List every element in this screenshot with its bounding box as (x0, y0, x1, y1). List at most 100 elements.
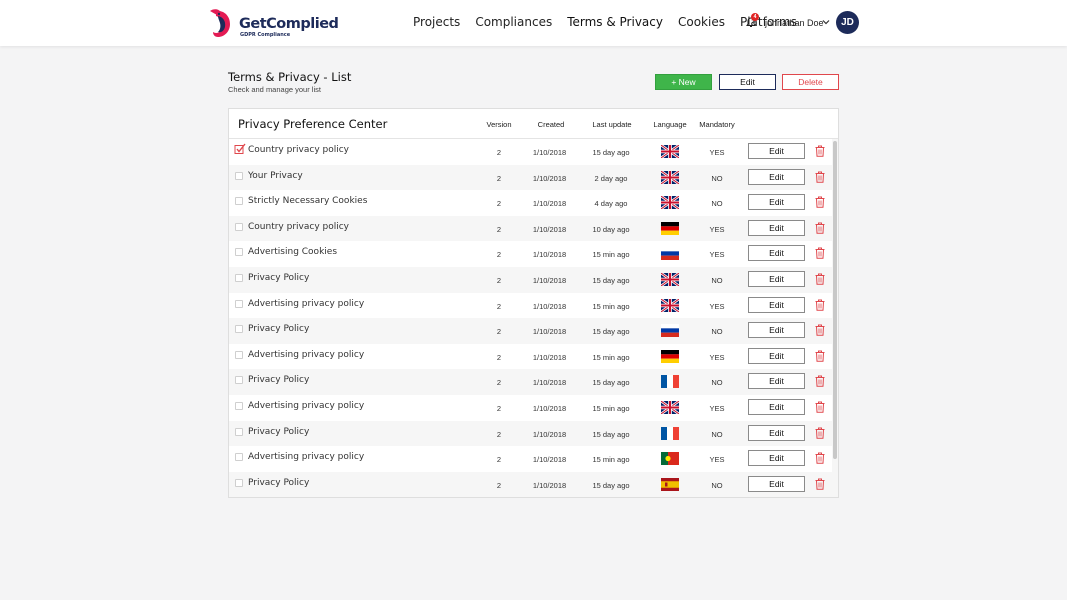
row-edit-button[interactable]: Edit (748, 270, 805, 287)
trash-icon[interactable] (815, 222, 825, 234)
user-name[interactable]: johnathan Doe (765, 18, 824, 28)
policy-name[interactable]: Privacy Policy (248, 427, 309, 438)
row-checkbox[interactable] (235, 171, 243, 180)
edit-button[interactable]: Edit (719, 74, 776, 90)
row-edit-button[interactable]: Edit (748, 424, 805, 441)
column-version[interactable]: Version (485, 120, 513, 129)
checkbox-checked-icon[interactable] (234, 143, 246, 155)
table-row[interactable]: Country privacy policy 2 1/10/2018 15 day a… (229, 139, 832, 165)
page-subtitle: Check and manage your list (228, 85, 321, 94)
mandatory-cell: YES (709, 224, 725, 234)
row-edit-button[interactable]: Edit (748, 322, 805, 339)
policy-name[interactable]: Privacy Policy (248, 375, 309, 386)
created-cell: 1/10/2018 (532, 327, 567, 337)
row-checkbox[interactable] (235, 222, 243, 231)
notification-badge: 4 (751, 13, 759, 21)
chevron-down-icon[interactable] (822, 19, 830, 25)
last-update-cell: 15 day ago (592, 480, 630, 490)
trash-icon[interactable] (815, 350, 825, 362)
policy-name[interactable]: Advertising privacy policy (248, 350, 364, 361)
policy-name[interactable]: Advertising Cookies (248, 247, 337, 258)
column-language[interactable]: Language (650, 120, 690, 129)
table-row[interactable]: Country privacy policy 2 1/10/2018 10 day a… (229, 215, 832, 242)
row-edit-button[interactable]: Edit (748, 347, 805, 364)
trash-icon[interactable] (815, 452, 825, 464)
row-checkbox[interactable] (235, 299, 243, 308)
table-row[interactable]: Privacy Policy 2 1/10/2018 15 day ago NO Edit (229, 420, 832, 447)
column-created[interactable]: Created (531, 120, 571, 129)
last-update-cell: 15 min ago (592, 250, 630, 260)
new-button[interactable]: + New (655, 74, 712, 90)
table-row[interactable]: Privacy Policy 2 1/10/2018 15 day ago NO Edit (229, 369, 832, 395)
trash-icon[interactable] (815, 324, 825, 336)
delete-button[interactable]: Delete (782, 74, 839, 90)
row-checkbox[interactable] (235, 401, 243, 410)
policy-name[interactable]: Country privacy policy (248, 222, 349, 233)
trash-icon[interactable] (815, 299, 825, 311)
trash-icon[interactable] (815, 273, 825, 285)
avatar[interactable]: JD (836, 11, 859, 34)
created-cell: 1/10/2018 (532, 199, 567, 209)
nav-compliances[interactable]: Compliances (475, 15, 552, 29)
scrollbar-thumb[interactable] (833, 141, 837, 459)
row-checkbox[interactable] (235, 427, 243, 436)
row-checkbox[interactable] (235, 273, 243, 282)
row-checkbox[interactable] (235, 197, 243, 206)
created-cell: 1/10/2018 (532, 173, 567, 183)
trash-icon[interactable] (815, 171, 825, 183)
nav-projects[interactable]: Projects (413, 15, 460, 29)
row-edit-button[interactable]: Edit (748, 143, 805, 159)
brand-tagline: GDPR Compliance (240, 32, 291, 38)
mandatory-cell: NO (711, 378, 723, 388)
row-edit-button[interactable]: Edit (748, 168, 805, 185)
policy-name[interactable]: Privacy Policy (248, 324, 309, 335)
row-edit-button[interactable]: Edit (748, 194, 805, 211)
trash-icon[interactable] (815, 401, 825, 413)
table-row[interactable]: Advertising privacy policy 2 1/10/2018 15 m… (229, 446, 832, 472)
trash-icon[interactable] (815, 375, 825, 388)
table-row[interactable]: Privacy Policy 2 1/10/2018 15 day ago NO Edit (229, 266, 832, 293)
policy-name[interactable]: Privacy Policy (248, 478, 309, 489)
row-edit-button[interactable]: Edit (748, 398, 805, 415)
row-edit-button[interactable]: Edit (748, 373, 805, 390)
trash-icon[interactable] (815, 145, 825, 157)
nav-terms-privacy[interactable]: Terms & Privacy (567, 15, 663, 29)
table-row[interactable]: Advertising privacy policy 2 1/10/2018 15 m… (229, 395, 832, 421)
row-checkbox[interactable] (235, 325, 243, 334)
policy-name[interactable]: Advertising privacy policy (248, 299, 364, 310)
table-row[interactable]: Privacy Policy 2 1/10/2018 15 day ago NO Edit (229, 318, 832, 344)
row-edit-button[interactable]: Edit (748, 450, 805, 467)
row-checkbox[interactable] (235, 376, 243, 385)
table-row[interactable]: Advertising Cookies 2 1/10/2018 15 min ago Y… (229, 241, 832, 267)
brand-logo[interactable]: GetComplied GDPR Compliance (208, 7, 339, 39)
policy-name[interactable]: Strictly Necessary Cookies (248, 196, 367, 207)
table-row[interactable]: Strictly Necessary Cookies 2 1/10/2018 4 da… (229, 190, 832, 216)
table-row[interactable]: Your Privacy 2 1/10/2018 2 day ago NO Edit (229, 164, 832, 191)
row-edit-button[interactable]: Edit (748, 245, 805, 262)
version-cell: 2 (496, 199, 502, 209)
trash-icon[interactable] (815, 427, 825, 439)
row-edit-button[interactable]: Edit (748, 219, 805, 236)
policy-name[interactable]: Your Privacy (248, 171, 303, 182)
nav-cookies[interactable]: Cookies (678, 15, 725, 29)
trash-icon[interactable] (815, 196, 825, 208)
policy-name[interactable]: Advertising privacy policy (248, 401, 364, 412)
row-checkbox[interactable] (235, 478, 243, 487)
table-header: Privacy Preference Center Version Create… (229, 109, 838, 139)
policy-name[interactable]: Privacy Policy (248, 273, 309, 284)
row-checkbox[interactable] (235, 248, 243, 257)
trash-icon[interactable] (815, 247, 825, 260)
column-last-update[interactable]: Last update (589, 120, 635, 129)
policy-name[interactable]: Country privacy policy (248, 145, 349, 156)
table-row[interactable]: Advertising privacy policy 2 1/10/2018 15 m… (229, 344, 832, 370)
row-edit-button[interactable]: Edit (748, 475, 805, 492)
row-checkbox[interactable] (235, 350, 243, 359)
row-checkbox[interactable] (235, 453, 243, 462)
policy-name[interactable]: Advertising privacy policy (248, 452, 364, 463)
table-row[interactable]: Privacy Policy 2 1/10/2018 15 day ago NO Edit (229, 471, 832, 497)
column-mandatory[interactable]: Mandatory (697, 120, 737, 129)
uk-flag-icon (661, 196, 679, 210)
row-edit-button[interactable]: Edit (748, 296, 805, 313)
trash-icon[interactable] (815, 478, 825, 490)
table-row[interactable]: Advertising privacy policy 2 1/10/2018 15 m… (229, 293, 832, 319)
